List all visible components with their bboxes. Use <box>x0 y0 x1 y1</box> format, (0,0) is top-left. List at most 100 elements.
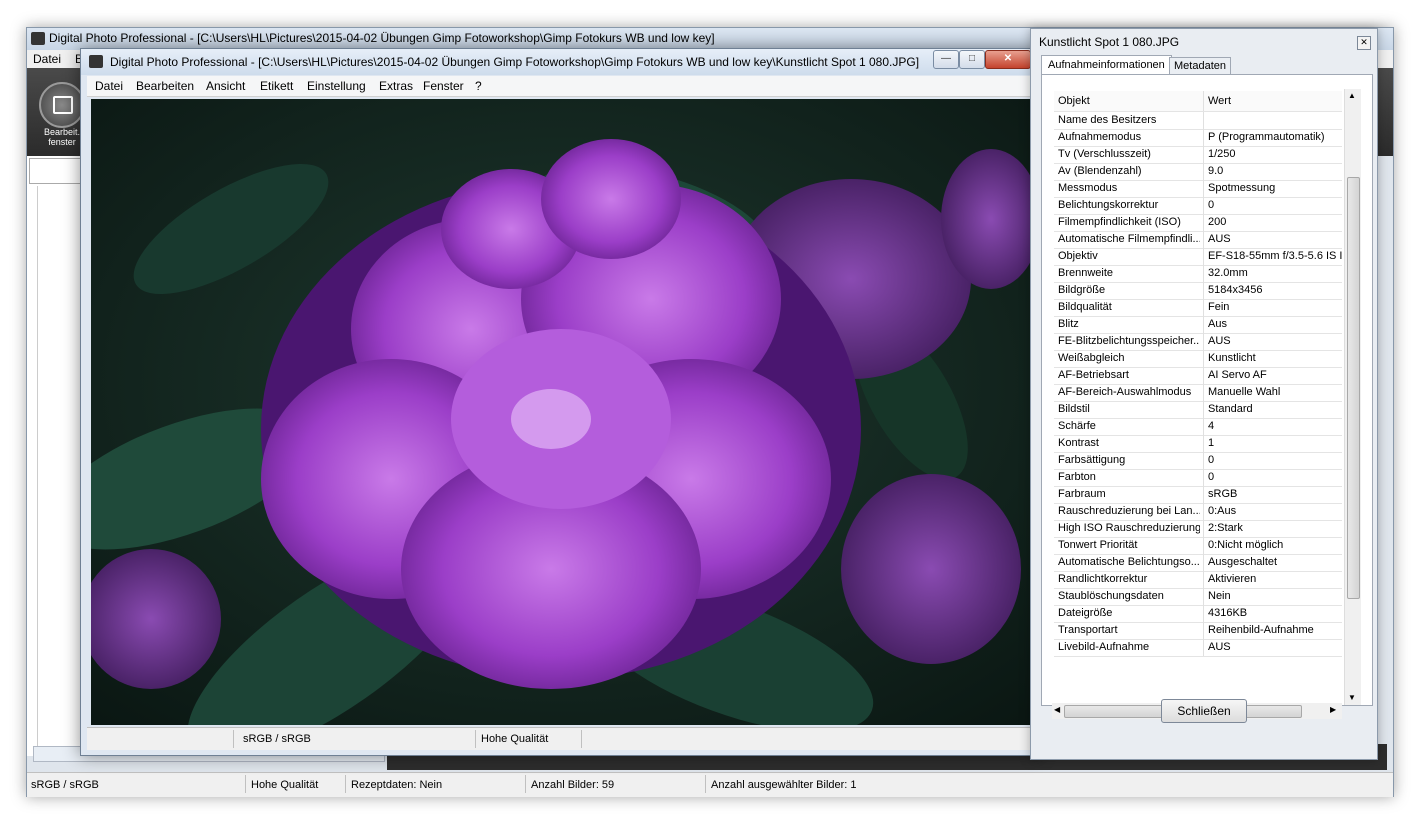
table-row[interactable]: Staublöschungsdaten Nein <box>1054 588 1342 606</box>
table-row[interactable]: Weißabgleich Kunstlicht <box>1054 350 1342 368</box>
table-row[interactable]: Farbton 0 <box>1054 469 1342 487</box>
table-row[interactable]: Belichtungskorrektur 0 <box>1054 197 1342 215</box>
menu-einstellung[interactable]: Einstellung <box>307 79 366 93</box>
tab-aufnahmeinformationen[interactable]: Aufnahmeinformationen <box>1041 55 1172 75</box>
table-row[interactable]: Objektiv EF-S18-55mm f/3.5-5.6 IS I <box>1054 248 1342 266</box>
column-divider <box>1203 231 1204 248</box>
table-row[interactable]: Transportart Reihenbild-Aufnahme <box>1054 622 1342 640</box>
scroll-down-icon[interactable]: ▼ <box>1348 693 1356 702</box>
table-header: Objekt Wert <box>1054 91 1342 112</box>
vertical-scroll-thumb[interactable] <box>1347 177 1360 599</box>
table-row[interactable]: FE-Blitzbelichtungsspeicher... AUS <box>1054 333 1342 351</box>
table-row[interactable]: Automatische Filmempfindli... AUS <box>1054 231 1342 249</box>
scroll-right-icon[interactable]: ▶ <box>1330 705 1336 714</box>
table-row[interactable]: Bildstil Standard <box>1054 401 1342 419</box>
table-row[interactable]: Blitz Aus <box>1054 316 1342 334</box>
column-divider <box>1203 197 1204 214</box>
table-row[interactable]: AF-Betriebsart AI Servo AF <box>1054 367 1342 385</box>
table-row[interactable]: Tonwert Priorität 0:Nicht möglich <box>1054 537 1342 555</box>
table-row[interactable]: Dateigröße 4316KB <box>1054 605 1342 623</box>
row-object: Automatische Belichtungso... <box>1058 556 1200 568</box>
menu-extras[interactable]: Extras <box>379 79 413 93</box>
minimize-button[interactable]: — <box>933 50 959 69</box>
table-row[interactable]: Name des Besitzers <box>1054 112 1342 130</box>
column-divider <box>1203 214 1204 231</box>
table-row[interactable]: Brennweite 32.0mm <box>1054 265 1342 283</box>
close-dialog-button[interactable]: Schließen <box>1161 699 1247 723</box>
table-row[interactable]: Aufnahmemodus P (Programmautomatik) <box>1054 129 1342 147</box>
row-value: Standard <box>1208 403 1253 415</box>
row-value: 32.0mm <box>1208 267 1248 279</box>
table-row[interactable]: Rauschreduzierung bei Lan... 0:Aus <box>1054 503 1342 521</box>
table-row[interactable]: Bildgröße 5184x3456 <box>1054 282 1342 300</box>
scroll-left-icon[interactable]: ◀ <box>1054 705 1060 714</box>
menu-bearbeiten[interactable]: Bearbeiten <box>136 79 194 93</box>
table-row[interactable]: High ISO Rauschreduzierung 2:Stark <box>1054 520 1342 538</box>
column-divider <box>1203 554 1204 571</box>
column-divider <box>1203 452 1204 469</box>
table-row[interactable]: Livebild-Aufnahme AUS <box>1054 639 1342 657</box>
menu-ansicht[interactable]: Ansicht <box>206 79 245 93</box>
table-row[interactable]: Kontrast 1 <box>1054 435 1342 453</box>
vertical-scrollbar[interactable]: ▲ ▼ <box>1344 89 1361 705</box>
status-divider <box>705 775 706 793</box>
column-divider <box>1203 639 1204 656</box>
row-object: Randlichtkorrektur <box>1058 573 1148 585</box>
close-button[interactable]: ✕ <box>985 50 1031 69</box>
table-row[interactable]: Bildqualität Fein <box>1054 299 1342 317</box>
menu-fenster[interactable]: Fenster <box>423 79 464 93</box>
photo-preview[interactable] <box>91 99 1031 725</box>
row-object: Aufnahmemodus <box>1058 131 1142 143</box>
row-value: Spotmessung <box>1208 182 1276 194</box>
column-divider <box>1203 282 1204 299</box>
column-header-wert[interactable]: Wert <box>1208 95 1342 107</box>
info-close-icon[interactable]: ✕ <box>1357 36 1371 50</box>
status-divider <box>581 730 582 748</box>
column-divider <box>1203 350 1204 367</box>
tab-metadaten[interactable]: Metadaten <box>1169 57 1231 74</box>
status-divider <box>245 775 246 793</box>
table-row[interactable]: Messmodus Spotmessung <box>1054 180 1342 198</box>
row-value: sRGB <box>1208 488 1238 500</box>
scroll-up-icon[interactable]: ▲ <box>1348 91 1356 100</box>
row-value: EF-S18-55mm f/3.5-5.6 IS I <box>1208 250 1342 262</box>
status-divider <box>233 730 234 748</box>
main-menu-datei[interactable]: Datei <box>33 52 61 66</box>
row-value: Nein <box>1208 590 1231 602</box>
menu-etikett[interactable]: Etikett <box>260 79 293 93</box>
row-object: Av (Blendenzahl) <box>1058 165 1142 177</box>
edit-window-button[interactable] <box>39 82 85 128</box>
column-divider <box>1203 469 1204 486</box>
row-value: 1 <box>1208 437 1215 449</box>
column-divider <box>1203 486 1204 503</box>
table-row[interactable]: Av (Blendenzahl) 9.0 <box>1054 163 1342 181</box>
row-value: Aus <box>1208 318 1227 330</box>
table-row[interactable]: Automatische Belichtungso... Ausgeschalte… <box>1054 554 1342 572</box>
table-row[interactable]: Tv (Verschlusszeit) 1/250 <box>1054 146 1342 164</box>
column-divider <box>1203 537 1204 554</box>
menu-help[interactable]: ? <box>475 79 482 93</box>
table-row[interactable]: Randlichtkorrektur Aktivieren <box>1054 571 1342 589</box>
status-divider <box>475 730 476 748</box>
row-value: 1/250 <box>1208 148 1236 160</box>
image-window: Digital Photo Professional - [C:\Users\H… <box>80 48 1040 756</box>
table-row[interactable]: Schärfe 4 <box>1054 418 1342 436</box>
maximize-button[interactable]: □ <box>959 50 985 69</box>
column-divider <box>1203 605 1204 622</box>
column-divider <box>1203 163 1204 180</box>
column-header-objekt[interactable]: Objekt <box>1058 95 1200 107</box>
menu-datei[interactable]: Datei <box>95 79 123 93</box>
row-object: Automatische Filmempfindli... <box>1058 233 1200 245</box>
table-row[interactable]: Farbsättigung 0 <box>1054 452 1342 470</box>
column-divider <box>1203 112 1204 129</box>
table-row[interactable]: Farbraum sRGB <box>1054 486 1342 504</box>
table-row[interactable]: Filmempfindlichkeit (ISO) 200 <box>1054 214 1342 232</box>
column-divider <box>1203 622 1204 639</box>
row-value: 5184x3456 <box>1208 284 1263 296</box>
column-divider <box>1203 520 1204 537</box>
table-row[interactable]: AF-Bereich-Auswahlmodus Manuelle Wahl <box>1054 384 1342 402</box>
row-value: 4 <box>1208 420 1215 432</box>
row-object: Brennweite <box>1058 267 1114 279</box>
column-divider <box>1203 367 1204 384</box>
column-divider <box>1203 435 1204 452</box>
